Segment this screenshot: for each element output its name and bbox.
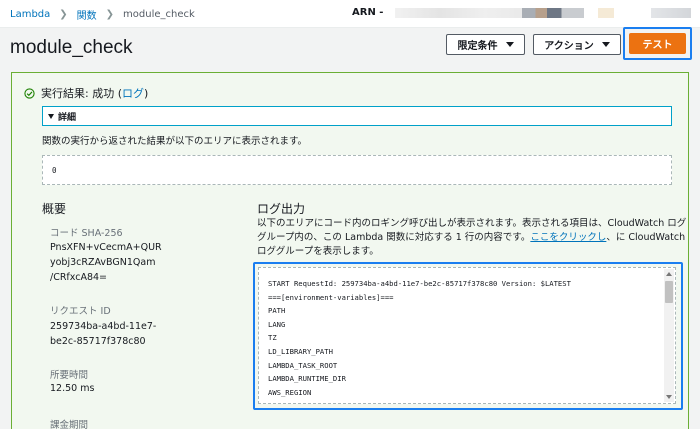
details-label: 詳細 — [58, 112, 77, 123]
result-value: 0 — [52, 166, 57, 175]
execution-result-text: 実行結果: 成功 (ログ) — [41, 87, 149, 100]
scroll-thumb[interactable] — [665, 281, 673, 303]
log-line: AWS_DEFAULT_REGION — [268, 399, 571, 403]
log-output-heading: ログ出力 — [257, 202, 306, 216]
log-lines: START RequestId: 259734ba-a4bd-11e7-be2c… — [268, 277, 571, 403]
redacted-account-block — [522, 8, 584, 18]
details-toggle[interactable]: 詳細 — [42, 106, 672, 126]
code-sha-label: コード SHA-256 — [50, 228, 123, 239]
log-line: TZ — [268, 333, 277, 343]
log-line: AWS_REGION — [268, 387, 312, 397]
execution-result-header: 実行結果: 成功 (ログ) — [24, 85, 148, 101]
breadcrumb-current: module_check — [123, 9, 195, 20]
top-bar: Lambda ❯ 関数 ❯ module_check ARN - — [0, 0, 700, 28]
log-line: PATH — [268, 306, 286, 316]
test-button[interactable]: テスト — [629, 33, 686, 54]
log-line: START RequestId: 259734ba-a4bd-11e7-be2c… — [268, 279, 571, 288]
caret-down-icon — [505, 42, 514, 47]
scroll-down-icon[interactable] — [666, 395, 672, 399]
actions-label: アクション — [544, 41, 594, 52]
scroll-up-icon[interactable] — [666, 272, 672, 276]
caret-down-icon — [601, 42, 610, 47]
qualifiers-label: 限定条件 — [457, 41, 498, 52]
billed-duration-label: 課金期間 — [50, 420, 89, 429]
result-description: 関数の実行から返された結果が以下のエリアに表示されます。 — [42, 136, 308, 147]
duration-value: 12.50 ms — [50, 383, 95, 394]
request-id-value: 259734ba-a4bd-11e7- be2c-85717f378c80 — [50, 321, 157, 347]
execution-result-panel: 実行結果: 成功 (ログ) 詳細 関数の実行から返された結果が以下のエリアに表示… — [11, 72, 689, 429]
log-line: LAMBDA_TASK_ROOT — [268, 360, 338, 370]
duration-label: 所要時間 — [50, 370, 89, 381]
log-line: ===[environment-variables]=== — [268, 292, 394, 302]
arn-label: ARN - — [352, 7, 384, 18]
breadcrumb: Lambda ❯ 関数 ❯ module_check — [10, 7, 195, 22]
result-output-box: 0 — [42, 155, 672, 185]
redacted-account-block — [651, 8, 691, 18]
summary-heading: 概要 — [42, 202, 67, 216]
request-id-label: リクエスト ID — [50, 306, 111, 317]
breadcrumb-lambda[interactable]: Lambda — [10, 9, 50, 20]
success-check-icon — [24, 87, 35, 99]
breadcrumb-functions[interactable]: 関数 — [77, 7, 97, 22]
caret-down-icon — [48, 113, 54, 119]
redacted-account-block — [598, 8, 614, 18]
log-link[interactable]: ログ — [122, 87, 144, 100]
chevron-right-icon: ❯ — [105, 9, 115, 20]
code-sha-value: PnsXFN+vCecmA+QUR yobj3cRZAvBGN1Qam /CRf… — [50, 242, 162, 283]
chevron-right-icon: ❯ — [59, 9, 68, 20]
log-scrollbar[interactable] — [664, 269, 674, 402]
log-line: LANG — [268, 319, 286, 329]
actions-button[interactable]: アクション — [533, 34, 621, 55]
log-line: LAMBDA_RUNTIME_DIR — [268, 374, 346, 384]
page-title: module_check — [10, 37, 133, 58]
log-output-box[interactable]: START RequestId: 259734ba-a4bd-11e7-be2c… — [258, 267, 676, 404]
log-output-description: 以下のエリアにコード内のロギング呼び出しが表示されます。表示される項目は、Clo… — [257, 218, 687, 257]
cloudwatch-link[interactable]: ここをクリックし — [530, 232, 606, 243]
log-line: LD_LIBRARY_PATH — [268, 346, 333, 356]
qualifiers-button[interactable]: 限定条件 — [446, 34, 525, 55]
